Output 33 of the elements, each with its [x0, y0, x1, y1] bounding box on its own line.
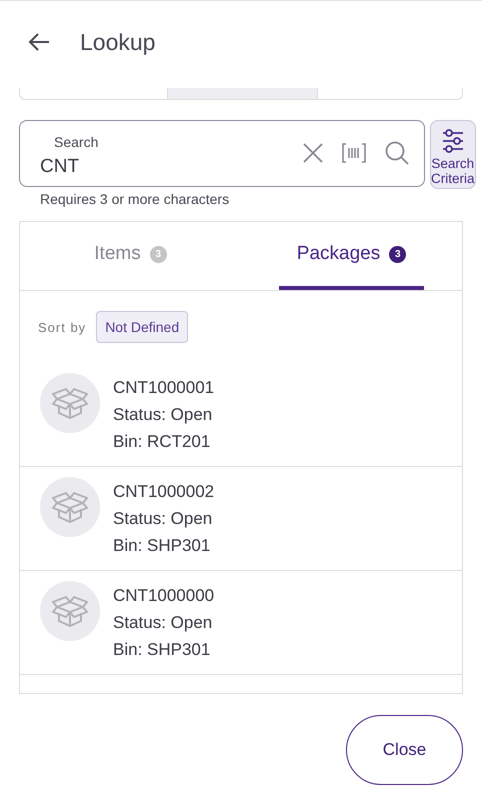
package-status: Status: Open	[113, 509, 214, 529]
tab[interactable]: Items 3	[20, 222, 241, 290]
package-bin: Bin: RCT201	[113, 432, 212, 452]
package-row[interactable]: CNT1000000 Status: Open Bin: SHP301	[20, 571, 462, 675]
count-badge: 3	[150, 246, 167, 262]
package-id: CNT1000002	[113, 482, 214, 502]
field-label: Search	[54, 134, 98, 150]
package-id: CNT1000001	[113, 378, 214, 398]
package-row[interactable]: CNT1000002 Status: Open Bin: SHP301	[20, 467, 462, 571]
package-status: Status: Open	[113, 405, 214, 425]
barcode-scan-icon[interactable]	[341, 142, 367, 164]
tab-label: Packages	[296, 243, 380, 265]
package-row[interactable]: CNT1000001 Status: Open Bin: RCT201	[20, 363, 462, 467]
page-title: Lookup	[80, 28, 156, 56]
tab-label: Items	[94, 243, 141, 265]
box-icon	[52, 386, 88, 420]
package-bin: Bin: SHP301	[113, 640, 212, 660]
package-status: Status: Open	[113, 613, 214, 633]
search-field[interactable]: Search CNT	[19, 120, 425, 187]
count-badge: 3	[389, 246, 406, 262]
helper-text: Requires 3 or more characters	[40, 191, 230, 207]
tab[interactable]: Packages 3	[241, 222, 462, 290]
close-button[interactable]: Close	[346, 715, 463, 785]
sliders-icon	[442, 129, 464, 153]
search-criteria-button[interactable]: Search Criteria	[430, 120, 476, 189]
search-icon[interactable]	[384, 140, 410, 166]
package-id: CNT1000000	[113, 586, 214, 606]
package-bin: Bin: SHP301	[113, 536, 212, 556]
clear-icon[interactable]	[302, 142, 324, 164]
sort-label: Sort by	[38, 320, 86, 334]
box-icon	[52, 490, 88, 524]
box-icon	[52, 594, 88, 628]
sort-chip[interactable]: Not Defined	[96, 311, 188, 343]
